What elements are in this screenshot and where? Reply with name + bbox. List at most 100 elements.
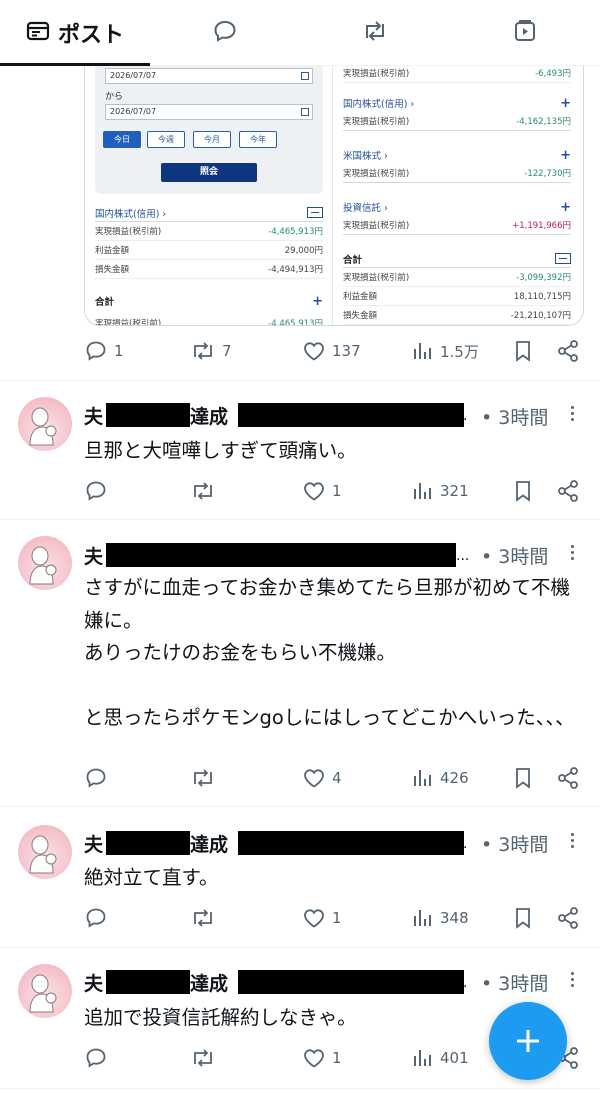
bar-chart-icon [414, 1050, 431, 1066]
row-label: 実現損益(税引前) [343, 69, 410, 79]
like-button[interactable]: 1 [302, 1046, 342, 1070]
divider [0, 1088, 600, 1089]
section-header: 米国株式 › + [343, 146, 571, 164]
retweet-icon [361, 19, 389, 47]
avatar[interactable] [18, 397, 72, 451]
tab-reposts[interactable] [300, 0, 450, 65]
tweet-actions: 1 348 [84, 906, 584, 934]
like-button[interactable]: 1 [302, 479, 342, 503]
retweet-icon [194, 482, 212, 500]
like-button[interactable]: 4 [302, 766, 342, 790]
retweet-icon [194, 342, 212, 360]
timestamp[interactable]: • 3時間 [481, 830, 548, 857]
like-button[interactable]: 1 [302, 906, 342, 930]
left-section-domestic-margin: 国内株式(信用) › 実現損益(税引前) -4,465,913円 利益金額 29,0… [95, 204, 323, 279]
like-button[interactable]: 137 [302, 339, 361, 363]
display-name-suffix: 達成 [190, 406, 229, 428]
redaction-bar [238, 831, 464, 855]
right-section-funds: 投資信託 › + 実現損益(税引前) +1,191,966円 [343, 198, 571, 235]
period-year: 今年 [239, 131, 277, 148]
views-button[interactable]: 321 [412, 479, 469, 503]
retweet-icon [194, 1049, 212, 1067]
tab-posts[interactable]: ポスト [0, 0, 150, 66]
share-button[interactable] [556, 906, 580, 930]
display-name[interactable]: 夫 [84, 542, 103, 569]
heart-icon [304, 482, 324, 501]
display-name[interactable]: 夫 [84, 402, 103, 429]
reply-button[interactable] [84, 766, 108, 790]
row-label: 利益金額 [343, 292, 378, 302]
section-title: 投資信託 › [343, 203, 388, 214]
period-today: 今日 [103, 131, 141, 148]
date-from-value: 2026/07/07 [110, 71, 157, 80]
display-name[interactable]: 夫 [84, 830, 103, 857]
bookmark-icon [516, 341, 530, 362]
views-count: 321 [440, 482, 469, 500]
share-button[interactable] [556, 766, 580, 790]
timestamp[interactable]: • 3時間 [481, 403, 548, 430]
bookmark-button[interactable] [512, 766, 534, 790]
retweet-button[interactable]: 7 [190, 339, 232, 363]
reply-icon [86, 1048, 106, 1068]
tab-media[interactable] [450, 0, 600, 65]
expand-icon: + [312, 293, 323, 309]
bookmark-button[interactable] [512, 906, 534, 930]
like-count: 137 [332, 342, 361, 360]
like-count: 1 [332, 482, 342, 500]
compose-button[interactable] [489, 1002, 567, 1080]
kara-label: から [105, 92, 124, 102]
reply-button[interactable] [84, 479, 108, 503]
tab-replies[interactable] [150, 0, 300, 65]
tweet-text: さすがに血走ってお金かき集めてたら旦那が初めて不機嫌に。 ありったけのお金をもら… [84, 576, 575, 729]
share-icon [558, 480, 578, 502]
reply-button[interactable]: 1 [84, 339, 124, 363]
like-count: 1 [332, 1049, 342, 1067]
retweet-button[interactable] [190, 766, 216, 790]
collapse-icon [555, 253, 571, 264]
expand-icon: + [560, 95, 571, 111]
right-section-domestic-margin: 国内株式(信用) › + 実現損益(税引前) -4,162,135円 [343, 94, 571, 131]
bookmark-button[interactable] [512, 339, 534, 363]
avatar[interactable] [18, 536, 72, 590]
bookmark-button[interactable] [512, 479, 534, 503]
query-button: 照会 [161, 163, 257, 182]
timestamp[interactable]: • 3時間 [481, 969, 548, 996]
tweet[interactable]: 夫 達成 . • 3時間 絶対立て直す。 1 348 [0, 807, 600, 947]
section-header: 合計 + [95, 292, 323, 310]
right-top-row: 実現損益(税引前) -6,493円 [343, 66, 571, 83]
avatar[interactable] [18, 825, 72, 879]
embedded-image[interactable]: 2026/07/07 から 2026/07/07 今日 今週 今月 今年 照会 … [84, 66, 584, 326]
views-button[interactable]: 426 [412, 766, 469, 790]
share-button[interactable] [556, 479, 580, 503]
timestamp[interactable]: • 3時間 [481, 542, 548, 569]
avatar[interactable] [18, 964, 72, 1018]
bookmark-icon [516, 481, 530, 502]
row-label: 実現損益(税引前) [343, 169, 410, 179]
display-name[interactable]: 夫 [84, 969, 103, 996]
tweet[interactable]: 夫 ... • 3時間 さすがに血走ってお金かき集めてたら旦那が初めて不機嫌に。… [0, 520, 600, 806]
expand-icon: + [560, 199, 571, 215]
retweet-button[interactable] [190, 1046, 216, 1070]
heart-icon [304, 1049, 324, 1068]
views-count: 401 [440, 1049, 469, 1067]
views-count: 348 [440, 909, 469, 927]
embedded-left-column: 2026/07/07 から 2026/07/07 今日 今週 今月 今年 照会 … [85, 66, 333, 325]
redaction-bar [238, 403, 464, 427]
row-value: -6,493円 [535, 69, 571, 79]
share-icon [558, 767, 578, 789]
reply-button[interactable] [84, 906, 108, 930]
more-options-icon[interactable] [566, 830, 578, 851]
more-options-icon[interactable] [566, 403, 578, 424]
share-button[interactable] [556, 339, 580, 363]
row-label: 損失金額 [343, 311, 378, 321]
more-options-icon[interactable] [566, 542, 578, 563]
reply-button[interactable] [84, 1046, 108, 1070]
views-button[interactable]: 1.5万 [412, 339, 479, 363]
retweet-button[interactable] [190, 479, 216, 503]
views-button[interactable]: 348 [412, 906, 469, 930]
bar-chart-icon [414, 770, 431, 786]
tweet[interactable]: 夫 達成 . • 3時間 旦那と大喧嘩しすぎて頭痛い。 1 321 [0, 381, 600, 519]
retweet-button[interactable] [190, 906, 216, 930]
views-button[interactable]: 401 [412, 1046, 469, 1070]
more-options-icon[interactable] [566, 969, 578, 990]
